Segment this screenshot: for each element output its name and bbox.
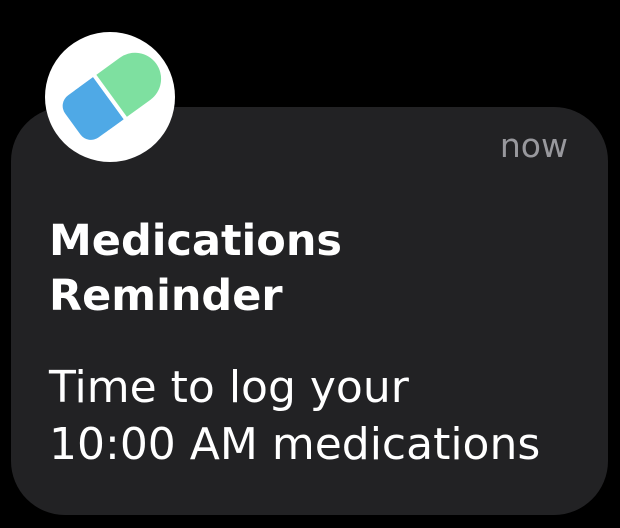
- notification-message-line: Time to log your: [49, 362, 409, 413]
- notification-timestamp: now: [499, 126, 568, 165]
- notification-title-line: Medications: [49, 216, 343, 266]
- app-icon: [45, 32, 175, 162]
- notification-message-line: 10:00 AM medications: [49, 419, 541, 470]
- notification-message: Time to log your 10:00 AM medications: [49, 359, 589, 473]
- pill-icon: [62, 52, 162, 140]
- notification-title: Medications Reminder: [49, 214, 569, 324]
- notification-title-line: Reminder: [49, 271, 283, 321]
